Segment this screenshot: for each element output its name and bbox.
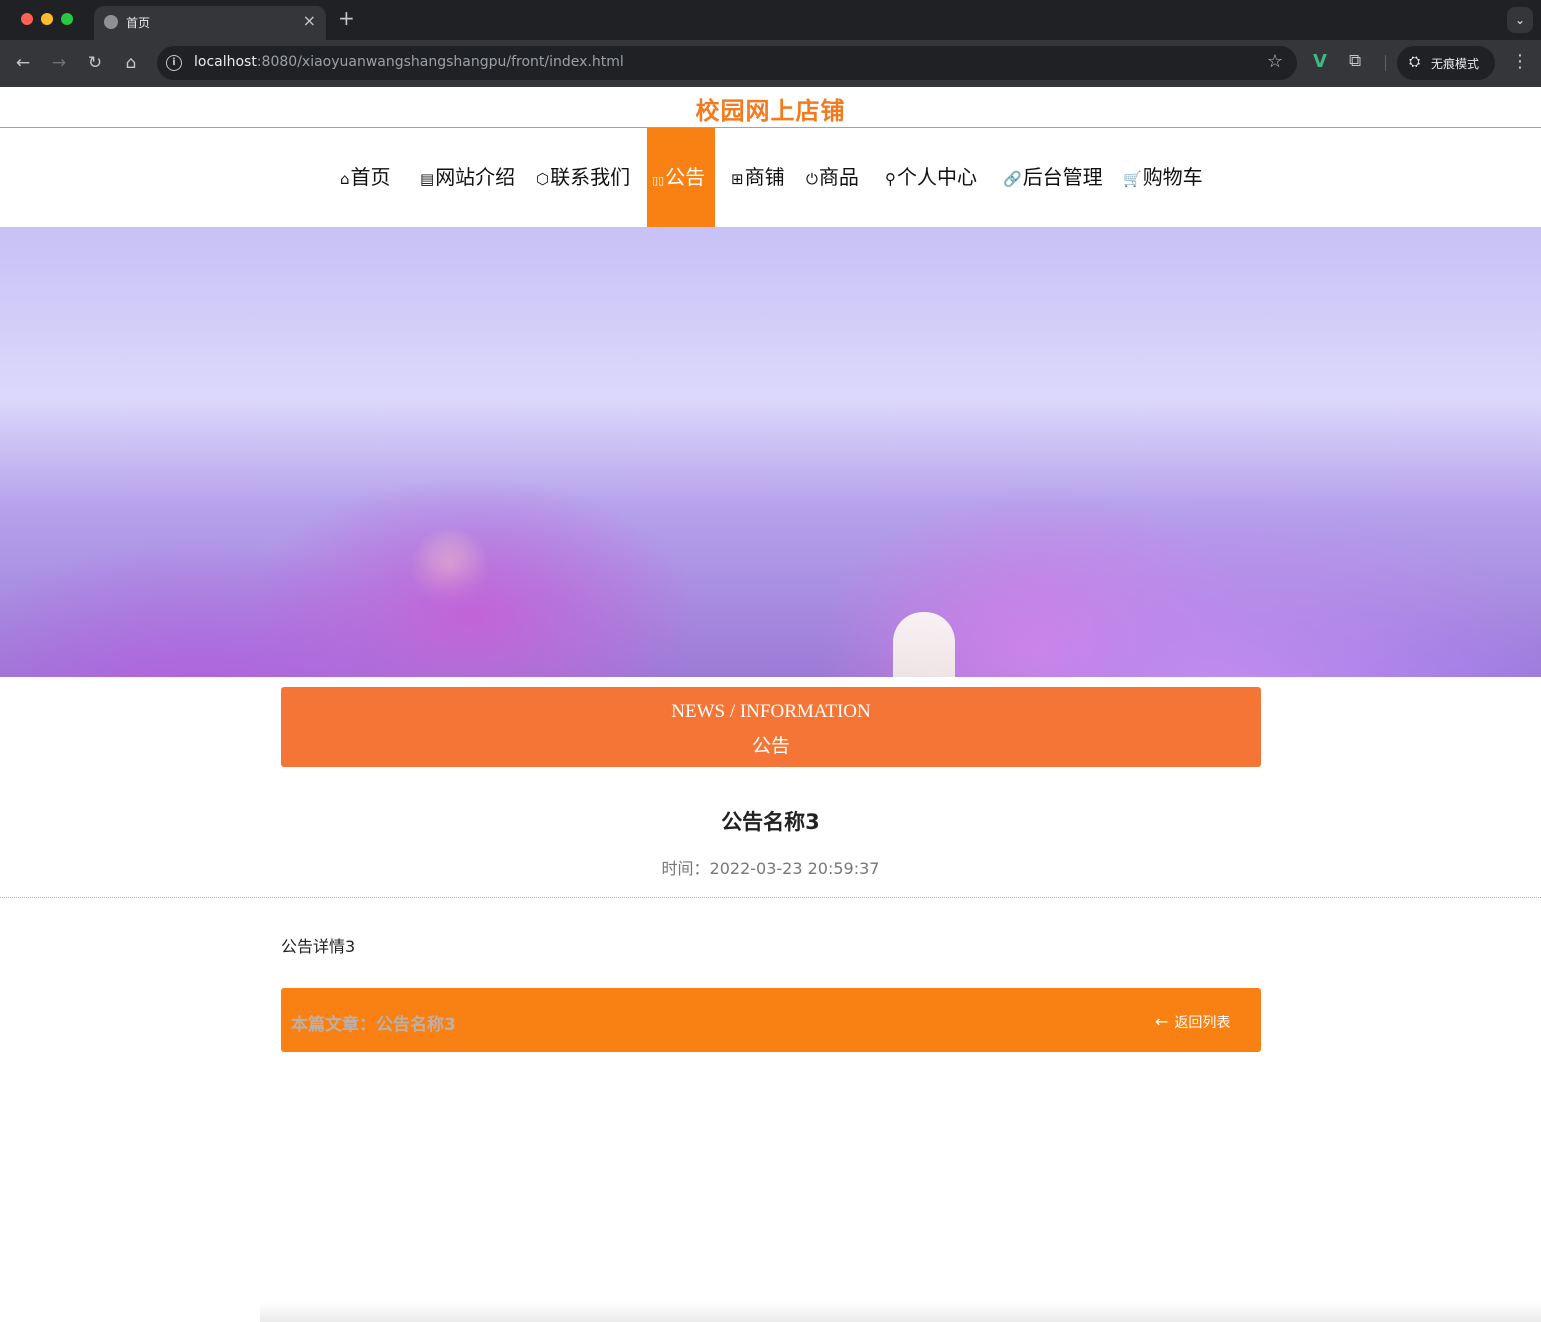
current-article: 本篇文章：公告名称3: [291, 1010, 456, 1035]
bottom-shadow: [260, 1302, 1541, 1322]
url-path: :8080/xiaoyuanwangshangshangpu/front/ind…: [256, 54, 624, 70]
article-time: 时间：2022-03-23 20:59:37: [0, 855, 1541, 879]
address-bar[interactable]: i localhost:8080/xiaoyuanwangshangshangp…: [157, 46, 1297, 80]
nav-item-admin[interactable]: 🔗后台管理: [1003, 128, 1103, 227]
back-to-list-label: 返回列表: [1174, 1015, 1231, 1031]
nav-item-products[interactable]: ⏻商品: [806, 128, 859, 227]
columns-icon: ▯▯: [652, 174, 665, 187]
user-icon: ⚲: [885, 170, 896, 188]
new-tab-button[interactable]: +: [338, 6, 355, 30]
cart-icon: 🛒: [1123, 170, 1142, 188]
more-menu-icon[interactable]: ⋮: [1511, 51, 1529, 72]
time-label: 时间：: [661, 859, 710, 878]
close-icon[interactable]: ×: [303, 11, 316, 30]
vue-devtools-icon[interactable]: V: [1313, 51, 1327, 72]
document-icon: ▤: [420, 170, 435, 188]
time-value: 2022-03-23 20:59:37: [709, 859, 880, 878]
home-icon: ⌂: [340, 170, 350, 188]
nav-label: 公告: [665, 165, 706, 189]
incognito-label: 无痕模式: [1431, 57, 1480, 71]
banner-carousel[interactable]: [0, 227, 1541, 677]
extensions-puzzle-icon[interactable]: ⧉: [1349, 51, 1361, 71]
chevron-down-icon[interactable]: ⌄: [1507, 7, 1533, 33]
nav-label: 联系我们: [550, 165, 631, 189]
nav-item-notice[interactable]: ▯▯公告: [647, 128, 715, 227]
banner-image-candle: [893, 612, 955, 677]
nav-item-about[interactable]: ▤网站介绍: [420, 128, 515, 227]
window-minimize-button[interactable]: [41, 13, 53, 25]
nav-label: 后台管理: [1022, 165, 1103, 189]
nav-label: 商铺: [744, 165, 785, 189]
url-host: localhost: [194, 54, 257, 70]
arrow-left-icon: ←: [1155, 1012, 1169, 1031]
nav-label: 网站介绍: [435, 165, 516, 189]
back-arrow-icon[interactable]: ←: [11, 51, 35, 75]
nav-item-contact[interactable]: ⬡联系我们: [536, 128, 630, 227]
browser-chrome: 首页 × + ⌄ ← → ↻ ⌂ i localhost:8080/xiaoyu…: [0, 0, 1541, 87]
nav-item-shops[interactable]: ⊞商铺: [731, 128, 785, 227]
site-info-icon[interactable]: i: [166, 55, 182, 71]
nav-item-profile[interactable]: ⚲个人中心: [885, 128, 977, 227]
tab-bar: 首页 × + ⌄: [0, 0, 1541, 40]
box-icon: ⬡: [536, 170, 550, 188]
article-title: 公告名称3: [721, 810, 820, 834]
browser-toolbar: ← → ↻ ⌂ i localhost:8080/xiaoyuanwangsha…: [0, 40, 1541, 87]
power-icon: ⏻: [806, 170, 818, 188]
nav-item-home[interactable]: ⌂首页: [340, 128, 391, 227]
section-title-cn: 公告: [751, 735, 790, 757]
browser-tab[interactable]: 首页 ×: [94, 6, 326, 40]
article-body: 公告详情3: [281, 937, 356, 956]
nav-item-cart[interactable]: 🛒购物车: [1123, 128, 1203, 227]
home-icon[interactable]: ⌂: [119, 51, 143, 75]
nav-label: 商品: [818, 165, 859, 189]
section-header: NEWS / INFORMATION 公告: [281, 687, 1261, 767]
section-title-en: NEWS / INFORMATION: [671, 701, 871, 722]
nav-label: 购物车: [1142, 165, 1203, 189]
incognito-icon: ⛭: [1409, 54, 1421, 70]
site-title: 校园网上店铺: [695, 97, 846, 125]
reload-icon[interactable]: ↻: [83, 51, 107, 75]
toolbar-divider: [1385, 55, 1386, 71]
article-divider: [0, 897, 1541, 898]
link-icon: 🔗: [1003, 170, 1022, 188]
window-close-button[interactable]: [21, 13, 33, 25]
current-article-label: 本篇文章：: [291, 1015, 376, 1035]
window-maximize-button[interactable]: [61, 13, 73, 25]
tab-title: 首页: [126, 16, 151, 30]
shop-icon: ⊞: [731, 170, 744, 188]
url-text[interactable]: localhost:8080/xiaoyuanwangshangshangpu/…: [194, 54, 624, 70]
nav-label: 首页: [350, 165, 391, 189]
globe-icon: [104, 15, 118, 29]
main-nav: ⌂首页 ▤网站介绍 ⬡联系我们 ▯▯公告 ⊞商铺 ⏻商品 ⚲个人中心 🔗后台管理…: [0, 128, 1541, 227]
article-footer-bar: 本篇文章：公告名称3 ← 返回列表: [281, 988, 1261, 1052]
current-article-title: 公告名称3: [376, 1015, 456, 1035]
star-icon[interactable]: ☆: [1267, 51, 1283, 72]
nav-label: 个人中心: [897, 165, 977, 189]
forward-arrow-icon[interactable]: →: [47, 51, 71, 75]
back-to-list-button[interactable]: ← 返回列表: [1155, 1012, 1230, 1032]
incognito-indicator[interactable]: ⛭ 无痕模式: [1397, 46, 1495, 80]
